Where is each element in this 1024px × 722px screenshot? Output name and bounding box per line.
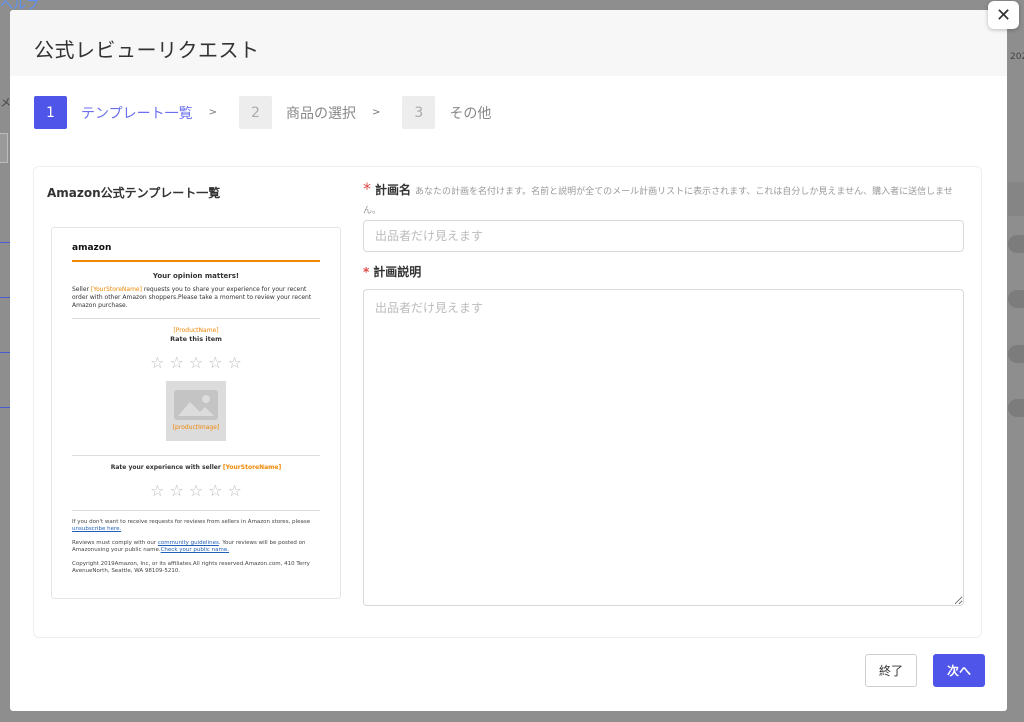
step-separator: > (371, 107, 381, 118)
close-icon[interactable]: ✕ (988, 1, 1019, 29)
step-other[interactable]: 3 その他 (402, 96, 491, 129)
community-guidelines-link[interactable]: community guidelines (158, 540, 219, 546)
star-icon: ☆ (188, 352, 204, 372)
plan-name-label: 計画名 (375, 183, 412, 197)
preview-intro: Seller [YourStoreName] requests you to s… (72, 286, 320, 310)
divider (72, 455, 320, 457)
star-icon: ☆ (188, 481, 204, 501)
rate-item-label: Rate this item (170, 334, 222, 343)
copyright-text: Copyright 2019Amazon, Inc, or its affili… (72, 560, 310, 575)
template-preview[interactable]: amazon Your opinion matters! Seller [You… (51, 227, 341, 599)
guidelines-notice: Reviews must comply with our community g… (72, 540, 320, 555)
plan-description-textarea[interactable] (363, 289, 964, 606)
star-icon: ☆ (227, 481, 242, 501)
product-image-placeholder: [productImage] (166, 381, 226, 442)
modal-header: 公式レビューリクエスト (10, 10, 1007, 76)
public-name-link[interactable]: Check your public name. (161, 547, 229, 553)
background-input-edge (0, 133, 8, 163)
step-select-product[interactable]: 2 商品の選択 (238, 96, 356, 129)
background-divider (0, 352, 10, 353)
required-mark: * (363, 179, 371, 198)
step-number: 2 (238, 96, 272, 129)
background-year-text: 202 (1010, 52, 1024, 62)
star-icon: ☆ (150, 352, 165, 372)
star-icon: ☆ (169, 352, 184, 372)
plan-description-label-row: * 計画説明 (363, 263, 421, 280)
seller-rating-stars: ☆ ☆ ☆ ☆ ☆ (72, 480, 320, 502)
divider (72, 510, 320, 511)
step-indicator: 1 テンプレート一覧 > 2 商品の選択 > 3 その他 (34, 96, 491, 129)
unsubscribe-notice: If you don't want to receive requests fo… (72, 519, 320, 534)
amazon-logo: amazon (72, 243, 112, 253)
star-icon: ☆ (150, 481, 165, 501)
template-form-card: Amazon公式テンプレート一覧 amazon Your opinion mat… (33, 166, 982, 638)
background-toggle (1008, 290, 1024, 308)
product-image-label: [productImage] (172, 424, 220, 432)
plan-description-label: 計画説明 (373, 265, 422, 279)
image-icon (174, 390, 218, 421)
step-template-list[interactable]: 1 テンプレート一覧 (34, 96, 193, 129)
background-toggle (1008, 399, 1024, 417)
background-table-header (1008, 182, 1024, 216)
step-number: 1 (34, 96, 67, 129)
review-request-modal: 公式レビューリクエスト 1 テンプレート一覧 > 2 商品の選択 > 3 その他… (10, 10, 1007, 711)
item-rating-stars: ☆ ☆ ☆ ☆ ☆ (72, 352, 320, 374)
header-bar (72, 260, 320, 263)
background-divider (0, 242, 10, 243)
step-label: テンプレート一覧 (81, 105, 193, 122)
required-mark: * (363, 265, 370, 279)
background-toggle (1008, 345, 1024, 363)
guidelines-text: Reviews must comply with our (72, 539, 158, 546)
star-icon: ☆ (227, 352, 242, 372)
rate-seller-text: Rate your experience with seller (110, 464, 223, 472)
store-placeholder: [YourStoreName] (90, 285, 142, 293)
step-number: 3 (402, 96, 436, 129)
next-button[interactable]: 次へ (933, 654, 985, 687)
preview-heading: Your opinion matters! (152, 272, 240, 281)
background-divider (0, 407, 10, 408)
step-label: 商品の選択 (285, 105, 356, 122)
plan-name-input[interactable] (363, 220, 964, 252)
unsubscribe-text: If you don't want to receive requests fo… (72, 519, 311, 525)
unsubscribe-link[interactable]: unsubscribe here. (72, 526, 121, 532)
plan-name-help: あなたの計画を名付けます。名前と説明が全てのメール計画リストに表示されます、これ… (363, 187, 953, 216)
star-icon: ☆ (169, 481, 184, 501)
modal-title: 公式レビューリクエスト (34, 38, 260, 62)
product-name-placeholder: [ProductName] (173, 326, 219, 334)
background-toggle (1008, 235, 1024, 253)
step-label: その他 (449, 105, 492, 122)
star-icon: ☆ (208, 481, 223, 501)
divider (72, 317, 320, 319)
intro-text: Seller (72, 285, 91, 293)
background-divider (0, 297, 10, 298)
store-placeholder: [YourStoreName] (222, 464, 282, 472)
step-separator: > (208, 107, 217, 118)
template-list-title: Amazon公式テンプレート一覧 (47, 186, 221, 200)
plan-name-label-row: * 計画名 あなたの計画を名付けます。名前と説明が全てのメール計画リストに表示されま… (363, 181, 963, 219)
end-button[interactable]: 終了 (865, 654, 917, 687)
rate-seller-label: Rate your experience with seller [YourSt… (72, 464, 320, 472)
star-icon: ☆ (208, 352, 223, 372)
